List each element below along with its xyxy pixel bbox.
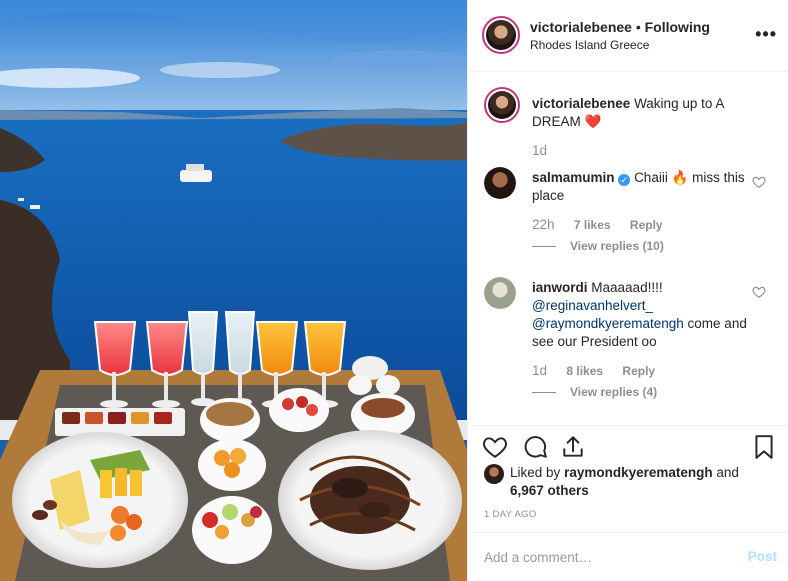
post-location[interactable]: Rhodes Island Greece <box>530 38 649 52</box>
post-photo[interactable] <box>0 0 467 581</box>
likes-and: and <box>716 465 739 480</box>
verified-badge-icon: ✓ <box>618 174 631 186</box>
comment-time[interactable]: 22h <box>532 217 555 232</box>
view-replies-label: View replies (4) <box>570 385 658 399</box>
post-comment-button[interactable]: Post <box>748 549 777 564</box>
comment-text: Chaiii <box>634 170 668 185</box>
comment-time[interactable]: 1d <box>532 363 547 378</box>
comment-text: Maaaaad!!!! <box>591 280 663 295</box>
liker-username[interactable]: raymondkyerematengh <box>564 465 713 480</box>
commenter-avatar[interactable] <box>484 277 516 309</box>
comment: salmamumin ✓ Chaiii 🔥 miss this place 22… <box>484 167 774 259</box>
share-icon[interactable] <box>560 434 586 460</box>
comment-text-block: salmamumin ✓ Chaiii 🔥 miss this place <box>532 169 752 205</box>
like-comment-heart-icon[interactable] <box>752 285 766 299</box>
view-replies-button[interactable]: View replies (4) <box>532 385 657 399</box>
post-details-panel: victorialebenee • Following Rhodes Islan… <box>467 0 788 581</box>
separator-dot: • <box>631 19 645 35</box>
post-timestamp[interactable]: 1 DAY AGO <box>484 509 537 520</box>
more-options-icon[interactable]: ••• <box>755 24 777 45</box>
caption-avatar[interactable] <box>484 87 520 123</box>
caption: victorialebenee Waking up to A DREAM ❤️ … <box>484 87 774 158</box>
add-comment-bar: Post <box>468 532 788 581</box>
likes-others-count[interactable]: 6,967 others <box>510 483 589 498</box>
action-bar <box>468 425 788 465</box>
author-username-line: victorialebenee • Following <box>530 19 710 35</box>
following-button[interactable]: Following <box>645 19 710 35</box>
caption-time[interactable]: 1d <box>532 143 547 158</box>
author-avatar[interactable] <box>482 16 520 54</box>
comment: ianwordi Maaaaad!!!! @reginavanhelvert_ … <box>484 277 774 399</box>
view-replies-button[interactable]: View replies (10) <box>532 239 664 253</box>
add-comment-input[interactable] <box>484 546 724 568</box>
comment-likes[interactable]: 7 likes <box>574 218 611 232</box>
save-bookmark-icon[interactable] <box>751 434 777 460</box>
reply-button[interactable]: Reply <box>622 364 655 378</box>
comment-meta: 22h 7 likes Reply <box>532 217 679 232</box>
heart-emoji: ❤️ <box>584 114 602 129</box>
likes-text: Liked by raymondkyerematengh and 6,967 o… <box>510 464 760 500</box>
commenter-avatar[interactable] <box>484 167 516 199</box>
caption-text-block: victorialebenee Waking up to A DREAM ❤️ <box>532 95 752 131</box>
view-replies-label: View replies (10) <box>570 239 664 253</box>
commenter-username[interactable]: salmamumin <box>532 170 615 185</box>
like-comment-heart-icon[interactable] <box>752 175 766 189</box>
fire-emoji: 🔥 <box>671 170 689 185</box>
comment-likes[interactable]: 8 likes <box>566 364 603 378</box>
liked-by-prefix: Liked by <box>510 465 561 480</box>
comments-section: victorialebenee Waking up to A DREAM ❤️ … <box>468 73 788 425</box>
comment-meta: 1d 8 likes Reply <box>532 363 671 378</box>
like-heart-icon[interactable] <box>482 434 508 460</box>
liker-avatar[interactable] <box>484 464 504 484</box>
comment-text-block: ianwordi Maaaaad!!!! @reginavanhelvert_ … <box>532 279 752 351</box>
comment-bubble-icon[interactable] <box>522 434 548 460</box>
mention-link[interactable]: @raymondkyerematengh <box>532 316 684 331</box>
caption-meta: 1d <box>532 143 563 158</box>
author-username[interactable]: victorialebenee <box>530 19 632 35</box>
caption-username[interactable]: victorialebenee <box>532 96 630 111</box>
mention-link[interactable]: @reginavanhelvert_ <box>532 298 653 313</box>
post-header: victorialebenee • Following Rhodes Islan… <box>468 0 788 72</box>
commenter-username[interactable]: ianwordi <box>532 280 588 295</box>
reply-button[interactable]: Reply <box>630 218 663 232</box>
